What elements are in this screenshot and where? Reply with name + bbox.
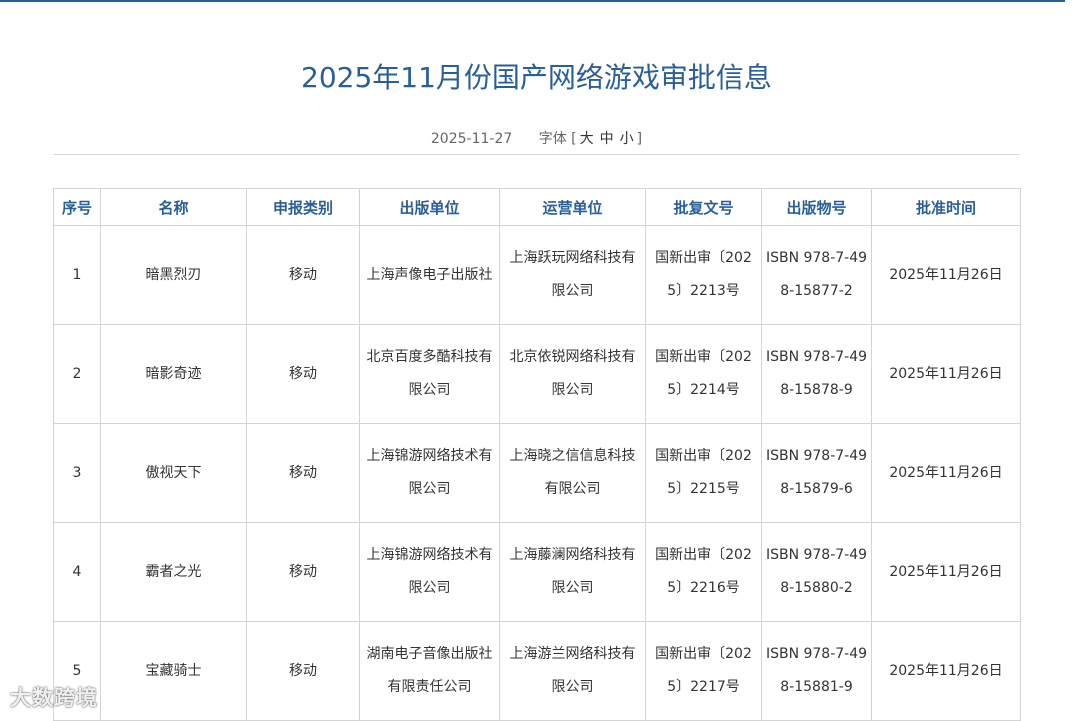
header-cell: 序号 bbox=[53, 188, 101, 226]
publish-date: 2025-11-27 bbox=[430, 131, 513, 147]
cell-approval-date: 2025年11月26日 bbox=[871, 621, 1021, 721]
font-size-medium-button[interactable]: 中 bbox=[600, 131, 614, 147]
approval-table: 序号 名称 申报类别 出版单位 运营单位 批复文号 出版物号 批准时间 1 暗黑… bbox=[53, 188, 1021, 721]
font-size-label: 字体 bbox=[538, 131, 567, 147]
cell-approval-number: 国新出审〔2025〕2214号 bbox=[645, 324, 762, 424]
header-cell: 出版物号 bbox=[761, 188, 872, 226]
table-row: 1 暗黑烈刃 移动 上海声像电子出版社 上海跃玩网络科技有限公司 国新出审〔20… bbox=[53, 225, 1021, 325]
cell-approval-date: 2025年11月26日 bbox=[871, 225, 1021, 325]
header-cell: 出版单位 bbox=[359, 188, 500, 226]
cell-operator: 上海藤澜网络科技有限公司 bbox=[499, 522, 646, 622]
cell-category: 移动 bbox=[246, 522, 360, 622]
cell-approval-date: 2025年11月26日 bbox=[871, 522, 1021, 622]
watermark-text: 大数跨境 bbox=[10, 686, 98, 710]
header-cell: 批复文号 bbox=[645, 188, 762, 226]
cell-publisher: 上海锦游网络技术有限公司 bbox=[359, 423, 500, 523]
article-meta: 2025-11-27 字体 [大中小] bbox=[0, 128, 1073, 148]
header-cell: 批准时间 bbox=[871, 188, 1021, 226]
title-divider bbox=[53, 154, 1020, 155]
cell-publisher: 湖南电子音像出版社有限责任公司 bbox=[359, 621, 500, 721]
cell-operator: 上海跃玩网络科技有限公司 bbox=[499, 225, 646, 325]
table-row: 5 宝藏骑士 移动 湖南电子音像出版社有限责任公司 上海游兰网络科技有限公司 国… bbox=[53, 621, 1021, 721]
watermark-logo: 大数跨境 bbox=[10, 682, 98, 712]
cell-index: 4 bbox=[53, 522, 101, 622]
cell-operator: 上海晓之信信息科技有限公司 bbox=[499, 423, 646, 523]
header-cell: 名称 bbox=[100, 188, 247, 226]
cell-category: 移动 bbox=[246, 225, 360, 325]
font-size-large-button[interactable]: 大 bbox=[580, 131, 594, 147]
cell-approval-number: 国新出审〔2025〕2217号 bbox=[645, 621, 762, 721]
page-title: 2025年11月份国产网络游戏审批信息 bbox=[301, 61, 772, 94]
cell-isbn: ISBN 978-7-498-15877-2 bbox=[761, 225, 872, 325]
cell-game-name: 暗黑烈刃 bbox=[100, 225, 247, 325]
cell-isbn: ISBN 978-7-498-15881-9 bbox=[761, 621, 872, 721]
cell-index: 3 bbox=[53, 423, 101, 523]
cell-index: 2 bbox=[53, 324, 101, 424]
cell-game-name: 暗影奇迹 bbox=[100, 324, 247, 424]
cell-game-name: 霸者之光 bbox=[100, 522, 247, 622]
cell-isbn: ISBN 978-7-498-15880-2 bbox=[761, 522, 872, 622]
cell-isbn: ISBN 978-7-498-15879-6 bbox=[761, 423, 872, 523]
table-row: 3 傲视天下 移动 上海锦游网络技术有限公司 上海晓之信信息科技有限公司 国新出… bbox=[53, 423, 1021, 523]
cell-approval-number: 国新出审〔2025〕2215号 bbox=[645, 423, 762, 523]
cell-approval-date: 2025年11月26日 bbox=[871, 423, 1021, 523]
cell-isbn: ISBN 978-7-498-15878-9 bbox=[761, 324, 872, 424]
cell-category: 移动 bbox=[246, 423, 360, 523]
cell-approval-number: 国新出审〔2025〕2213号 bbox=[645, 225, 762, 325]
font-size-small-button[interactable]: 小 bbox=[620, 131, 634, 147]
bracket-open: [ bbox=[571, 131, 577, 147]
cell-category: 移动 bbox=[246, 621, 360, 721]
table-row: 4 霸者之光 移动 上海锦游网络技术有限公司 上海藤澜网络科技有限公司 国新出审… bbox=[53, 522, 1021, 622]
table-row: 2 暗影奇迹 移动 北京百度多酷科技有限公司 北京依锐网络科技有限公司 国新出审… bbox=[53, 324, 1021, 424]
top-rule bbox=[0, 0, 1065, 2]
header-cell: 运营单位 bbox=[499, 188, 646, 226]
cell-publisher: 北京百度多酷科技有限公司 bbox=[359, 324, 500, 424]
bracket-close: ] bbox=[636, 131, 643, 147]
cell-game-name: 傲视天下 bbox=[100, 423, 247, 523]
cell-index: 1 bbox=[53, 225, 101, 325]
cell-game-name: 宝藏骑士 bbox=[100, 621, 247, 721]
cell-category: 移动 bbox=[246, 324, 360, 424]
cell-publisher: 上海锦游网络技术有限公司 bbox=[359, 522, 500, 622]
header-cell: 申报类别 bbox=[246, 188, 360, 226]
cell-approval-date: 2025年11月26日 bbox=[871, 324, 1021, 424]
table-header-row: 序号 名称 申报类别 出版单位 运营单位 批复文号 出版物号 批准时间 bbox=[53, 188, 1021, 226]
cell-operator: 上海游兰网络科技有限公司 bbox=[499, 621, 646, 721]
cell-publisher: 上海声像电子出版社 bbox=[359, 225, 500, 325]
cell-operator: 北京依锐网络科技有限公司 bbox=[499, 324, 646, 424]
cell-approval-number: 国新出审〔2025〕2216号 bbox=[645, 522, 762, 622]
